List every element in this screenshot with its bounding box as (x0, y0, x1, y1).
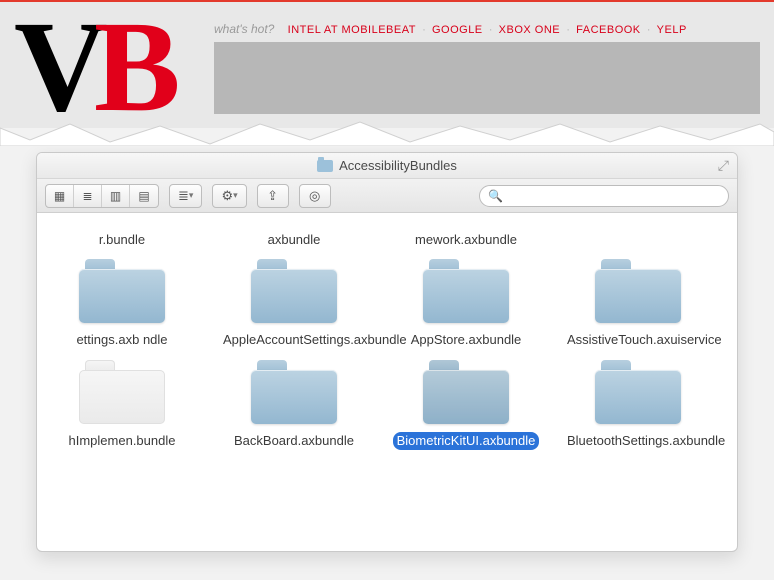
folder-icon (595, 259, 681, 323)
hot-link[interactable]: GOOGLE (432, 24, 483, 36)
folder-icon (79, 360, 165, 424)
folder-label: axbundle (264, 231, 325, 249)
view-mode-button[interactable] (46, 185, 74, 207)
folder-icon (251, 360, 337, 424)
folder-label: BluetoothSettings.axbundle (563, 432, 729, 450)
folder-item[interactable]: axbundle (219, 215, 369, 249)
link-separator: · (422, 22, 426, 36)
torn-edge (0, 118, 774, 146)
window-title: AccessibilityBundles (339, 158, 457, 173)
view-mode-button[interactable] (130, 185, 158, 207)
view-switch[interactable] (45, 184, 159, 208)
ad-banner[interactable] (214, 42, 760, 114)
folder-item[interactable]: BiometricKitUI.axbundle (391, 354, 541, 450)
share-button[interactable] (257, 184, 289, 208)
folder-item[interactable]: AppStore.axbundle (391, 253, 541, 349)
folder-item[interactable]: mework.axbundle (391, 215, 541, 249)
hot-lead: what's hot? (214, 22, 274, 36)
folder-label: AppStore.axbundle (407, 331, 526, 349)
site-logo[interactable]: VB (14, 12, 167, 123)
folder-label: AppleAccountSettings.axbundle (219, 331, 411, 349)
grid-row: hImplemen.bundle BackBoard.axbundle Biomet… (47, 354, 727, 450)
folder-item[interactable]: BluetoothSettings.axbundle (563, 354, 713, 450)
folder-label: BiometricKitUI.axbundle (393, 432, 540, 450)
folder-label: BackBoard.axbundle (230, 432, 358, 450)
folder-label: hImplemen.bundle (65, 432, 180, 450)
cov-icon (138, 189, 149, 203)
folder-item[interactable]: ettings.axb ndle (47, 253, 197, 349)
tag-icon (309, 188, 320, 204)
folder-label: mework.axbundle (411, 231, 521, 249)
folder-item[interactable]: AssistiveTouch.axuiservice (563, 253, 713, 349)
grid-row: r.bundle axbundle mework.axbundle (47, 215, 727, 249)
folder-label: r.bundle (95, 231, 149, 249)
folder-icon (251, 259, 337, 323)
view-mode-button[interactable] (74, 185, 102, 207)
action-menu[interactable] (212, 184, 246, 208)
finder-toolbar: 🔍 (37, 179, 737, 213)
folder-icon (79, 259, 165, 323)
grid-icon (54, 189, 65, 203)
window-titlebar[interactable]: AccessibilityBundles ⤢ (37, 153, 737, 179)
hot-link[interactable]: YELP (657, 24, 687, 36)
folder-label: ettings.axb ndle (72, 331, 171, 349)
finder-window: AccessibilityBundles ⤢ 🔍 r.bundle axbundl… (36, 152, 738, 552)
folder-item[interactable]: AppleAccountSettings.axbundle (219, 253, 369, 349)
gear-icon (221, 188, 233, 204)
link-separator: · (647, 22, 651, 36)
icon-grid[interactable]: r.bundle axbundle mework.axbundle ettings.a… (37, 213, 737, 551)
arrange-menu[interactable] (169, 184, 202, 208)
search-field[interactable]: 🔍 (479, 185, 729, 207)
folder-icon (423, 259, 509, 323)
col-icon (110, 189, 121, 203)
tags-button[interactable] (299, 184, 331, 208)
view-mode-button[interactable] (102, 185, 130, 207)
folder-icon (423, 360, 509, 424)
folder-item[interactable]: BackBoard.axbundle (219, 354, 369, 450)
fullscreen-icon[interactable]: ⤢ (718, 157, 729, 174)
folder-icon (595, 360, 681, 424)
folder-icon (317, 160, 333, 172)
search-input[interactable] (509, 189, 720, 203)
arrange-icon (178, 188, 189, 204)
folder-item[interactable]: r.bundle (47, 215, 197, 249)
link-separator: · (566, 22, 570, 36)
hot-link[interactable]: INTEL AT MOBILEBEAT (288, 24, 416, 36)
link-separator: · (489, 22, 493, 36)
grid-row: ettings.axb ndle AppleAccountSettings.axb… (47, 253, 727, 349)
hot-links: what's hot? INTEL AT MOBILEBEAT · GOOGLE · X… (214, 22, 687, 36)
hot-link[interactable]: XBOX ONE (499, 24, 560, 36)
folder-label: AssistiveTouch.axuiservice (563, 331, 726, 349)
site-header: VB what's hot? INTEL AT MOBILEBEAT · GOOGL… (0, 0, 774, 128)
share-icon (267, 188, 278, 204)
hot-link[interactable]: FACEBOOK (576, 24, 641, 36)
search-icon: 🔍 (488, 189, 503, 203)
list-icon (82, 189, 92, 203)
folder-item[interactable]: hImplemen.bundle (47, 354, 197, 450)
